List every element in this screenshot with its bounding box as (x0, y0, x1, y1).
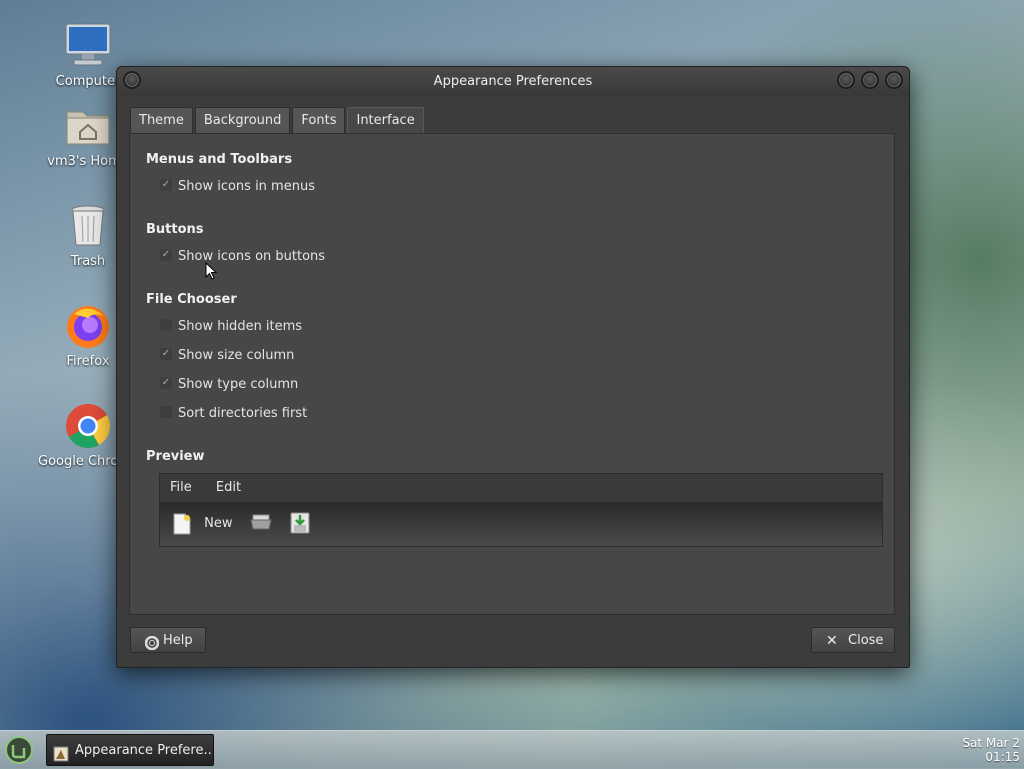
tab-interface[interactable]: Interface (347, 107, 424, 133)
preview-new-label: New (204, 516, 233, 531)
checkbox-label: Show type column (178, 377, 299, 392)
clock[interactable]: Sat Mar 2 01:15 (962, 736, 1020, 764)
new-document-icon (172, 513, 192, 535)
trash-icon (64, 202, 112, 250)
checkbox-unchecked (160, 405, 172, 418)
close-button[interactable]: ✕ Close (811, 627, 895, 653)
clock-date: Sat Mar 2 (962, 736, 1020, 750)
section-title-buttons: Buttons (146, 222, 204, 237)
checkbox-show-hidden-items[interactable]: Show hidden items (160, 318, 302, 336)
checkbox-show-size-column[interactable]: ✓ Show size column (160, 347, 294, 365)
checkbox-label: Show icons in menus (178, 179, 315, 194)
close-icon: ✕ (826, 633, 838, 649)
checkbox-sort-directories-first[interactable]: Sort directories first (160, 405, 307, 423)
tab-fonts[interactable]: Fonts (292, 107, 346, 133)
help-label: Help (163, 633, 193, 648)
maximize-icon[interactable] (861, 71, 879, 89)
save-icon (290, 512, 310, 543)
checkbox-unchecked (160, 318, 172, 331)
preview-new-button[interactable]: New (172, 512, 233, 536)
section-title-file-chooser: File Chooser (146, 292, 237, 307)
window-titlebar[interactable]: Appearance Preferences (117, 67, 909, 97)
computer-icon (64, 22, 112, 70)
firefox-icon (64, 302, 112, 350)
mouse-cursor-icon (205, 261, 218, 284)
window-title: Appearance Preferences (433, 74, 593, 89)
mint-logo-icon (4, 736, 34, 769)
checkmark-icon: ✓ (160, 376, 172, 389)
close-label: Close (848, 633, 884, 648)
tab-theme[interactable]: Theme (130, 107, 193, 133)
preview-menu-edit[interactable]: Edit (206, 474, 251, 502)
taskbar-window-label: Appearance Prefere... (75, 743, 214, 758)
checkbox-label: Sort directories first (178, 406, 308, 421)
preview-open-button[interactable] (250, 512, 272, 536)
help-button[interactable]: Help (130, 627, 206, 653)
help-icon (144, 634, 160, 651)
chrome-icon (64, 402, 112, 450)
checkbox-label: Show hidden items (178, 319, 303, 334)
taskbar-window-button[interactable]: Appearance Prefere... (46, 734, 214, 766)
appearance-app-icon (53, 743, 69, 762)
clock-time: 01:15 (985, 750, 1020, 764)
close-window-icon[interactable] (885, 71, 903, 89)
checkbox-show-type-column[interactable]: ✓ Show type column (160, 376, 298, 394)
section-title-preview: Preview (146, 449, 205, 464)
start-menu-button[interactable] (4, 735, 34, 765)
preview-toolbar: New (160, 502, 882, 546)
checkmark-icon: ✓ (160, 248, 172, 261)
tab-bar: Theme Background Fonts Interface (130, 107, 426, 133)
taskbar: Appearance Prefere... Sat Mar 2 01:15 (0, 730, 1024, 769)
preview-menubar: File Edit (160, 474, 882, 502)
checkbox-label: Show icons on buttons (178, 249, 326, 264)
preview-menu-file[interactable]: File (160, 474, 202, 502)
home-folder-icon (64, 102, 112, 150)
tab-background[interactable]: Background (194, 107, 291, 133)
open-folder-icon (250, 512, 272, 541)
minimize-icon[interactable] (837, 71, 855, 89)
checkbox-show-icons-on-buttons[interactable]: ✓ Show icons on buttons (160, 248, 325, 266)
section-title-menus-toolbars: Menus and Toolbars (146, 152, 293, 167)
preview-save-button[interactable] (290, 512, 310, 536)
checkbox-label: Show size column (178, 348, 295, 363)
preview-area: File Edit New (159, 473, 883, 547)
checkmark-icon: ✓ (160, 347, 172, 360)
checkmark-icon: ✓ (160, 178, 172, 191)
appearance-preferences-window: Appearance Preferences Theme Background … (116, 66, 910, 668)
checkbox-show-icons-in-menus[interactable]: ✓ Show icons in menus (160, 178, 315, 196)
